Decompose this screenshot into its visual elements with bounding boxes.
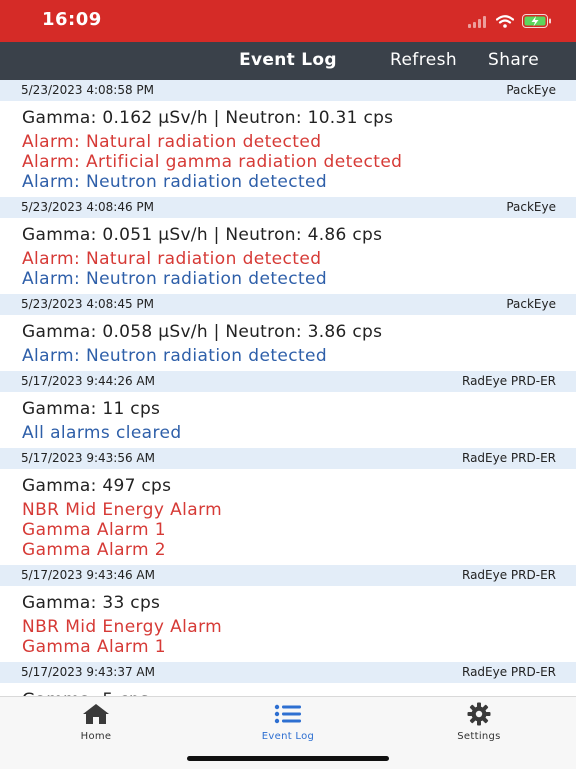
entry-timestamp: 5/23/2023 4:08:46 PM bbox=[21, 200, 155, 214]
entry-timestamp: 5/23/2023 4:08:45 PM bbox=[21, 297, 155, 311]
log-entry[interactable]: 5/23/2023 4:08:58 PM PackEye Gamma: 0.162 … bbox=[0, 80, 576, 197]
status-bar: 16:09 bbox=[0, 0, 576, 42]
entry-body: Gamma: 33 cps NBR Mid Energy Alarm Gamma A… bbox=[0, 586, 576, 662]
battery-charging-icon bbox=[522, 13, 552, 32]
entry-header: 5/17/2023 9:43:56 AM RadEye PRD-ER bbox=[0, 448, 576, 469]
tab-home[interactable]: Home bbox=[36, 703, 156, 742]
alarm-message: NBR Mid Energy Alarm bbox=[22, 617, 223, 637]
tab-event-log[interactable]: Event Log bbox=[228, 703, 348, 742]
entry-reading: Gamma: 33 cps bbox=[22, 593, 161, 613]
nav-bar: Event Log Refresh Share bbox=[0, 42, 576, 80]
status-icons bbox=[468, 13, 552, 32]
log-entry[interactable]: 5/23/2023 4:08:46 PM PackEye Gamma: 0.051 … bbox=[0, 197, 576, 294]
entry-body: Gamma: 5 cps bbox=[0, 683, 576, 696]
home-indicator bbox=[187, 756, 389, 761]
alarm-message: Alarm: Natural radiation detected bbox=[22, 249, 322, 269]
alarm-message: Gamma Alarm 1 bbox=[22, 637, 166, 657]
entry-body: Gamma: 0.058 µSv/h | Neutron: 3.86 cps Al… bbox=[0, 315, 576, 371]
entry-header: 5/17/2023 9:44:26 AM RadEye PRD-ER bbox=[0, 371, 576, 392]
alarm-message: Gamma Alarm 1 bbox=[22, 520, 166, 540]
home-icon bbox=[36, 703, 156, 725]
tab-label: Home bbox=[80, 731, 112, 742]
entry-timestamp: 5/17/2023 9:44:26 AM bbox=[21, 374, 155, 388]
entry-device: RadEye PRD-ER bbox=[462, 665, 556, 679]
entry-device: RadEye PRD-ER bbox=[462, 568, 556, 582]
entry-header: 5/23/2023 4:08:45 PM PackEye bbox=[0, 294, 576, 315]
entry-device: PackEye bbox=[506, 200, 556, 214]
log-entry[interactable]: 5/17/2023 9:43:37 AM RadEye PRD-ER Gamma: … bbox=[0, 662, 576, 696]
entry-body: Gamma: 0.051 µSv/h | Neutron: 4.86 cps Al… bbox=[0, 218, 576, 294]
wifi-icon bbox=[495, 13, 515, 32]
alarm-message: Alarm: Neutron radiation detected bbox=[22, 269, 328, 289]
log-entry[interactable]: 5/17/2023 9:43:46 AM RadEye PRD-ER Gamma: … bbox=[0, 565, 576, 662]
entry-timestamp: 5/17/2023 9:43:46 AM bbox=[21, 568, 155, 582]
alarm-message: Alarm: Natural radiation detected bbox=[22, 132, 322, 152]
entry-reading: Gamma: 5 cps bbox=[22, 686, 576, 696]
list-icon bbox=[228, 703, 348, 725]
status-time: 16:09 bbox=[42, 9, 102, 30]
log-entry[interactable]: 5/23/2023 4:08:45 PM PackEye Gamma: 0.058 … bbox=[0, 294, 576, 371]
alarm-message: Alarm: Neutron radiation detected bbox=[22, 172, 328, 192]
log-entry[interactable]: 5/17/2023 9:43:56 AM RadEye PRD-ER Gamma: … bbox=[0, 448, 576, 565]
entry-reading: Gamma: 0.162 µSv/h | Neutron: 10.31 cps bbox=[22, 108, 394, 128]
event-log-list[interactable]: 5/23/2023 4:08:58 PM PackEye Gamma: 0.162 … bbox=[0, 80, 576, 696]
entry-timestamp: 5/17/2023 9:43:56 AM bbox=[21, 451, 155, 465]
entry-header: 5/17/2023 9:43:46 AM RadEye PRD-ER bbox=[0, 565, 576, 586]
entry-header: 5/23/2023 4:08:46 PM PackEye bbox=[0, 197, 576, 218]
tab-settings[interactable]: Settings bbox=[419, 702, 539, 742]
entry-header: 5/23/2023 4:08:58 PM PackEye bbox=[0, 80, 576, 101]
entry-body: Gamma: 11 cps All alarms cleared bbox=[0, 392, 576, 448]
entry-reading: Gamma: 0.051 µSv/h | Neutron: 4.86 cps bbox=[22, 225, 383, 245]
alarm-message: NBR Mid Energy Alarm bbox=[22, 500, 223, 520]
entry-timestamp: 5/23/2023 4:08:58 PM bbox=[21, 83, 155, 97]
share-button[interactable]: Share bbox=[488, 50, 539, 70]
entry-device: PackEye bbox=[506, 297, 556, 311]
entry-reading: Gamma: 0.058 µSv/h | Neutron: 3.86 cps bbox=[22, 322, 383, 342]
alarm-message: All alarms cleared bbox=[22, 423, 182, 443]
tab-label: Settings bbox=[457, 731, 501, 742]
entry-body: Gamma: 0.162 µSv/h | Neutron: 10.31 cps A… bbox=[0, 101, 576, 197]
alarm-message: Gamma Alarm 2 bbox=[22, 540, 166, 560]
alarm-message: Alarm: Artificial gamma radiation detect… bbox=[22, 152, 403, 172]
entry-device: RadEye PRD-ER bbox=[462, 374, 556, 388]
log-entry[interactable]: 5/17/2023 9:44:26 AM RadEye PRD-ER Gamma: … bbox=[0, 371, 576, 448]
entry-reading: Gamma: 11 cps bbox=[22, 399, 161, 419]
entry-header: 5/17/2023 9:43:37 AM RadEye PRD-ER bbox=[0, 662, 576, 683]
entry-timestamp: 5/17/2023 9:43:37 AM bbox=[21, 665, 155, 679]
entry-body: Gamma: 497 cps NBR Mid Energy Alarm Gamma … bbox=[0, 469, 576, 565]
tab-label: Event Log bbox=[261, 731, 315, 742]
alarm-message: Alarm: Neutron radiation detected bbox=[22, 346, 328, 366]
refresh-button[interactable]: Refresh bbox=[390, 50, 457, 70]
gear-icon bbox=[419, 702, 539, 726]
entry-device: PackEye bbox=[506, 83, 556, 97]
entry-device: RadEye PRD-ER bbox=[462, 451, 556, 465]
cellular-signal-icon bbox=[468, 13, 488, 32]
entry-reading: Gamma: 497 cps bbox=[22, 476, 172, 496]
